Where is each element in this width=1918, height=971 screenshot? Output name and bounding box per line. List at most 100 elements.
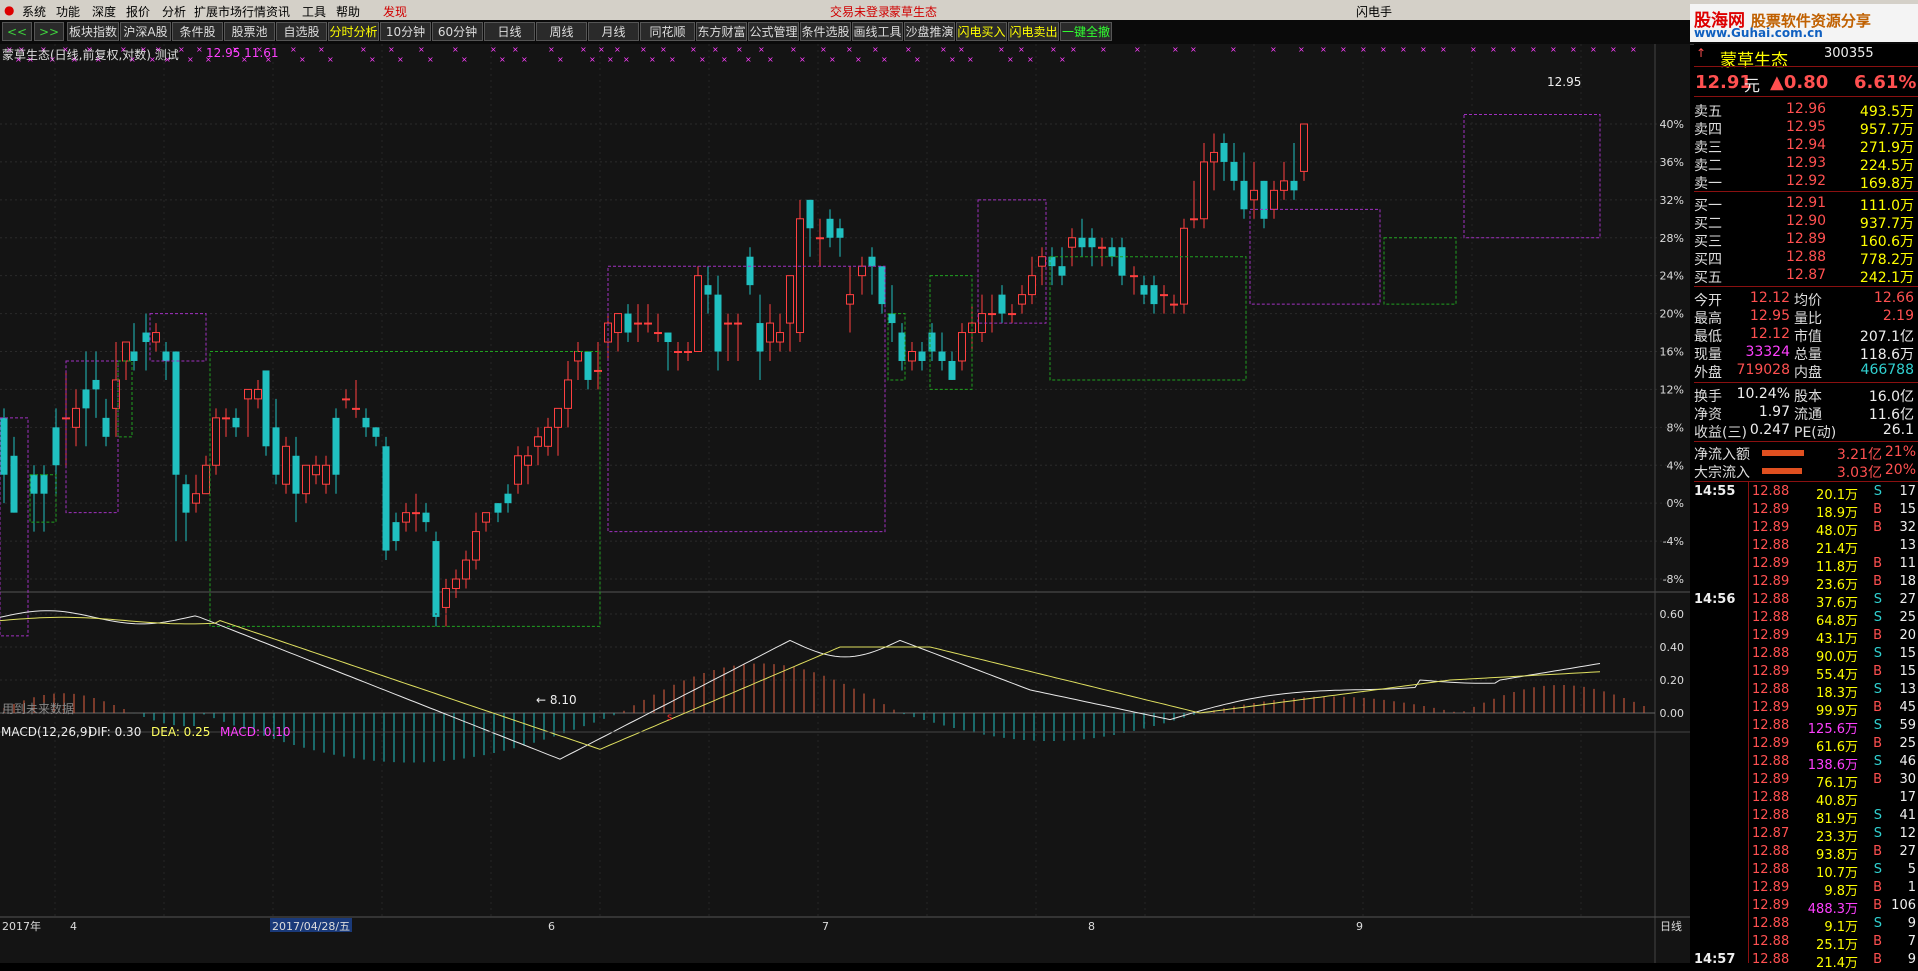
nav-next-button[interactable]: >> xyxy=(34,22,64,41)
tick-price: 12.89 xyxy=(1752,880,1790,895)
tick-count: 27 xyxy=(1899,844,1916,859)
candle-body xyxy=(1078,237,1086,248)
event-marker: × xyxy=(360,45,367,54)
tick-direction: B xyxy=(1873,520,1882,535)
event-marker: × xyxy=(846,45,853,54)
candle-body xyxy=(898,332,906,361)
price-unit: 元 xyxy=(1744,76,1761,95)
fund-label: 流通 xyxy=(1794,407,1822,423)
event-marker: × xyxy=(649,55,656,64)
y-axis-label: 36% xyxy=(1660,156,1684,169)
tick-direction: B xyxy=(1873,844,1882,859)
toolbar-button[interactable]: 周线 xyxy=(536,22,587,41)
toolbar-button[interactable]: 10分钟 xyxy=(380,22,431,41)
toolbar-button[interactable]: 条件股 xyxy=(172,22,223,41)
event-marker: × xyxy=(914,55,921,64)
candle-body xyxy=(614,313,622,334)
candle-body xyxy=(836,228,844,238)
tick-price: 12.88 xyxy=(1752,790,1790,805)
toolbar-button[interactable]: 自选股 xyxy=(276,22,327,41)
candle-body xyxy=(202,464,210,495)
event-marker: × xyxy=(187,55,194,64)
toolbar-button[interactable]: 分时分析 xyxy=(328,22,379,41)
x-axis-label: 6 xyxy=(548,920,555,933)
kline-chart[interactable]: 40% 36% 32% 28% 24% 20% 16% 12% 8% 4% 0% -4% -8% × × × ×… xyxy=(0,44,1690,963)
menu-item[interactable]: 功能 xyxy=(56,3,80,20)
tick-count: 41 xyxy=(1899,808,1916,823)
candle-body xyxy=(918,351,926,361)
menu-item[interactable]: 工具 xyxy=(302,3,326,20)
menu-item[interactable]: 资讯 xyxy=(266,3,290,20)
menu-item[interactable]: 系统 xyxy=(22,3,46,20)
toolbar-button[interactable]: 板块指数 xyxy=(67,22,119,41)
candle-body xyxy=(262,370,270,447)
tick-volume: 23.3万 xyxy=(1816,830,1858,845)
toolbar-button[interactable]: 沙盘推演 xyxy=(904,22,955,41)
nav-prev-button[interactable]: << xyxy=(2,22,32,41)
fund-label: PE(动) xyxy=(1794,425,1837,441)
fund-value: 26.1 xyxy=(1882,422,1914,438)
event-marker: × xyxy=(799,55,806,64)
tick-count: 7 xyxy=(1907,934,1916,949)
fund-value: 16.0亿 xyxy=(1868,389,1914,405)
tick-direction: B xyxy=(1873,556,1882,571)
tick-price: 12.88 xyxy=(1752,538,1790,553)
candle-body xyxy=(1270,189,1278,210)
toolbar-button[interactable]: 股票池 xyxy=(224,22,275,41)
toolbar-button[interactable]: 日线 xyxy=(484,22,535,41)
toolbar-button[interactable]: 闪电买入 xyxy=(956,22,1007,41)
toolbar-button[interactable]: 沪深A股 xyxy=(120,22,171,41)
event-marker: × xyxy=(949,55,956,64)
candle-body xyxy=(272,427,280,475)
menu-discover[interactable]: 发现 xyxy=(383,3,407,20)
toolbar-button[interactable]: 同花顺 xyxy=(640,22,695,41)
toolbar-button[interactable]: 公式管理 xyxy=(748,22,799,41)
event-marker: × xyxy=(736,45,743,54)
candle-body xyxy=(152,332,160,343)
event-marker: × xyxy=(427,55,434,64)
tick-price: 12.88 xyxy=(1752,592,1790,607)
toolbar-button[interactable]: 东方财富 xyxy=(696,22,747,41)
y-axis-label: 16% xyxy=(1660,346,1684,359)
candle-body xyxy=(624,313,632,333)
tick-volume: 43.1万 xyxy=(1816,632,1858,647)
candle-body xyxy=(826,218,834,238)
ask-price: 12.93 xyxy=(1786,155,1827,171)
toolbar-button[interactable]: 条件选股 xyxy=(800,22,851,41)
macd-y-label: 0.00 xyxy=(1660,707,1685,720)
menu-item[interactable]: 深度 xyxy=(92,3,116,20)
menu-item[interactable]: 分析 xyxy=(162,3,186,20)
flash-trade-label[interactable]: 闪电手 xyxy=(1356,3,1392,20)
stat-value: 207.1亿 xyxy=(1859,329,1914,345)
toolbar-button[interactable]: 画线工具 xyxy=(852,22,903,41)
event-marker: × xyxy=(397,55,404,64)
candle-body xyxy=(472,531,480,561)
toolbar-button[interactable]: 一键全撤 xyxy=(1060,22,1112,41)
tick-count: 106 xyxy=(1891,898,1916,913)
event-marker: × xyxy=(418,45,425,54)
candle-body xyxy=(382,446,390,551)
menu-item[interactable]: 帮助 xyxy=(336,3,360,20)
event-marker: × xyxy=(623,55,630,64)
tick-count: 18 xyxy=(1899,574,1916,589)
event-marker: × xyxy=(369,55,376,64)
tick-direction: S xyxy=(1873,646,1882,661)
site-logo: 股海网 股票软件资源分享 www.Guhai.com.cn xyxy=(1690,4,1918,42)
macd-dea: DEA: 0.25 xyxy=(151,725,211,739)
menu-item[interactable]: 扩展市场行情 xyxy=(194,3,266,20)
event-marker: × xyxy=(327,55,334,64)
candle-body xyxy=(212,417,220,466)
candle-body xyxy=(654,332,662,335)
tick-direction: S xyxy=(1873,862,1882,877)
logo-url: www.Guhai.com.cn xyxy=(1694,26,1823,40)
menu-item[interactable]: 报价 xyxy=(126,3,150,20)
fund-value: 1.97 xyxy=(1758,404,1790,420)
stat-value: 12.12 xyxy=(1749,290,1790,306)
tick-price: 12.88 xyxy=(1752,754,1790,769)
candle-body xyxy=(0,417,8,475)
toolbar-button[interactable]: 60分钟 xyxy=(432,22,483,41)
ask-volume: 271.9万 xyxy=(1859,140,1914,156)
toolbar-button[interactable]: 闪电卖出 xyxy=(1008,22,1059,41)
flow-bar xyxy=(1762,450,1804,456)
toolbar-button[interactable]: 月线 xyxy=(588,22,639,41)
